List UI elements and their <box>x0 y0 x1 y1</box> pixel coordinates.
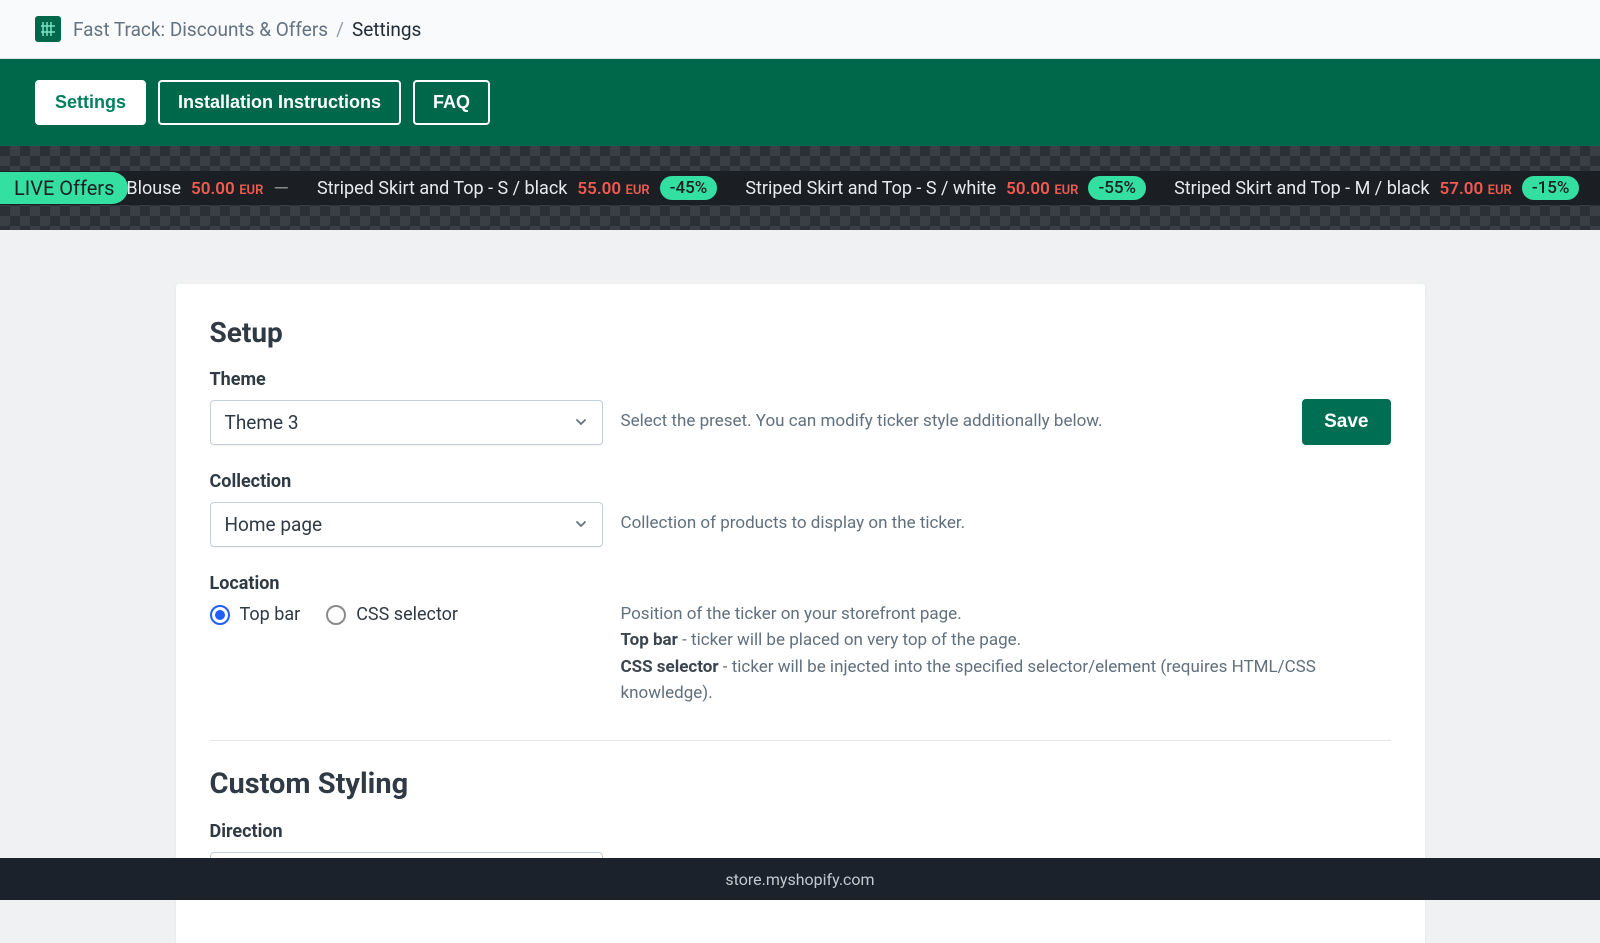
radio-checked-icon <box>210 605 230 625</box>
ticker-items: Blouse 50.00 EUR — Striped Skirt and Top… <box>126 176 1600 200</box>
chevron-down-icon <box>574 513 588 536</box>
radio-top-bar-label: Top bar <box>240 604 301 625</box>
direction-label: Direction <box>210 821 603 842</box>
live-offers-badge: LIVE Offers <box>0 172 128 204</box>
collection-help-text: Collection of products to display on the… <box>621 471 966 533</box>
theme-help-text: Select the preset. You can modify ticker… <box>621 369 1103 431</box>
ticker-price: 57.00 <box>1440 179 1484 199</box>
breadcrumb-app-name[interactable]: Fast Track: Discounts & Offers <box>73 18 328 41</box>
ticker-discount-badge: -45% <box>660 176 718 200</box>
settings-card: Setup Theme Theme 3 Select the preset. Y… <box>176 284 1425 943</box>
breadcrumb: Fast Track: Discounts & Offers / Setting… <box>73 18 421 41</box>
ticker-discount-badge: -15% <box>1522 176 1580 200</box>
field-theme-row: Theme Theme 3 Select the preset. You can… <box>210 369 1391 445</box>
breadcrumb-separator: / <box>336 18 344 41</box>
ticker-product-name: Striped Skirt and Top - S / white <box>745 178 996 199</box>
theme-label: Theme <box>210 369 603 390</box>
tab-bar: Settings Installation Instructions FAQ <box>0 59 1600 146</box>
ticker-currency: EUR <box>1054 183 1078 198</box>
top-header: Fast Track: Discounts & Offers / Setting… <box>0 0 1600 59</box>
location-help-css-strong: CSS selector <box>621 657 719 677</box>
ticker-inner: LIVE Offers Blouse 50.00 EUR — Striped S… <box>0 171 1600 205</box>
collection-label: Collection <box>210 471 603 492</box>
ticker-price: 55.00 <box>577 179 621 199</box>
radio-css-selector-label: CSS selector <box>356 604 458 625</box>
location-help-text: Position of the ticker on your storefron… <box>621 573 1391 706</box>
radio-css-selector[interactable]: CSS selector <box>326 604 458 625</box>
location-radio-group: Top bar CSS selector <box>210 604 603 625</box>
radio-unchecked-icon <box>326 605 346 625</box>
radio-top-bar[interactable]: Top bar <box>210 604 301 625</box>
location-label: Location <box>210 573 603 594</box>
theme-select-value: Theme 3 <box>225 411 299 434</box>
ticker-price: 50.00 <box>191 179 235 199</box>
location-help-topbar-strong: Top bar <box>621 630 678 650</box>
save-button[interactable]: Save <box>1302 399 1390 445</box>
field-collection-row: Collection Home page Collection of produ… <box>210 471 1391 547</box>
theme-select[interactable]: Theme 3 <box>210 400 603 445</box>
tab-installation-instructions[interactable]: Installation Instructions <box>158 80 401 125</box>
location-help-css-rest: - ticker will be injected into the speci… <box>621 657 1316 703</box>
tab-faq[interactable]: FAQ <box>413 80 490 125</box>
breadcrumb-current: Settings <box>352 18 421 41</box>
hash-icon <box>40 21 56 37</box>
ticker-item: Striped Skirt and Top - S / black 55.00 … <box>317 176 717 200</box>
ticker-product-name: Striped Skirt and Top - S / black <box>317 178 567 199</box>
ticker-separator: — <box>273 176 289 200</box>
ticker-preview: LIVE Offers Blouse 50.00 EUR — Striped S… <box>0 146 1600 230</box>
footer-store-url: store.myshopify.com <box>725 870 874 889</box>
section-divider <box>210 740 1391 741</box>
ticker-price: 50.00 <box>1006 179 1050 199</box>
chevron-down-icon <box>574 411 588 434</box>
section-title-custom-styling: Custom Styling <box>210 767 1391 801</box>
location-help-intro: Position of the ticker on your storefron… <box>621 601 1391 627</box>
ticker-item: Striped Skirt and Top - S / white 50.00 … <box>745 176 1146 200</box>
ticker-product-name: Blouse <box>126 178 181 199</box>
ticker-currency: EUR <box>1488 183 1512 198</box>
ticker-currency: EUR <box>626 183 650 198</box>
footer-bar: store.myshopify.com <box>0 858 1600 900</box>
content-area: Setup Theme Theme 3 Select the preset. Y… <box>0 230 1600 943</box>
ticker-item: Blouse 50.00 EUR — <box>126 176 289 200</box>
tab-settings[interactable]: Settings <box>35 80 146 125</box>
ticker-product-name: Striped Skirt and Top - M / black <box>1174 178 1429 199</box>
ticker-currency: EUR <box>239 183 263 198</box>
collection-select[interactable]: Home page <box>210 502 603 547</box>
ticker-discount-badge: -55% <box>1088 176 1146 200</box>
ticker-item: Striped Skirt and Top - M / black 57.00 … <box>1174 176 1579 200</box>
location-help-topbar-rest: - ticker will be placed on very top of t… <box>678 630 1021 650</box>
section-title-setup: Setup <box>210 316 1391 349</box>
app-icon <box>35 16 61 42</box>
field-location-row: Location Top bar CSS selector Position o… <box>210 573 1391 706</box>
collection-select-value: Home page <box>225 513 323 536</box>
